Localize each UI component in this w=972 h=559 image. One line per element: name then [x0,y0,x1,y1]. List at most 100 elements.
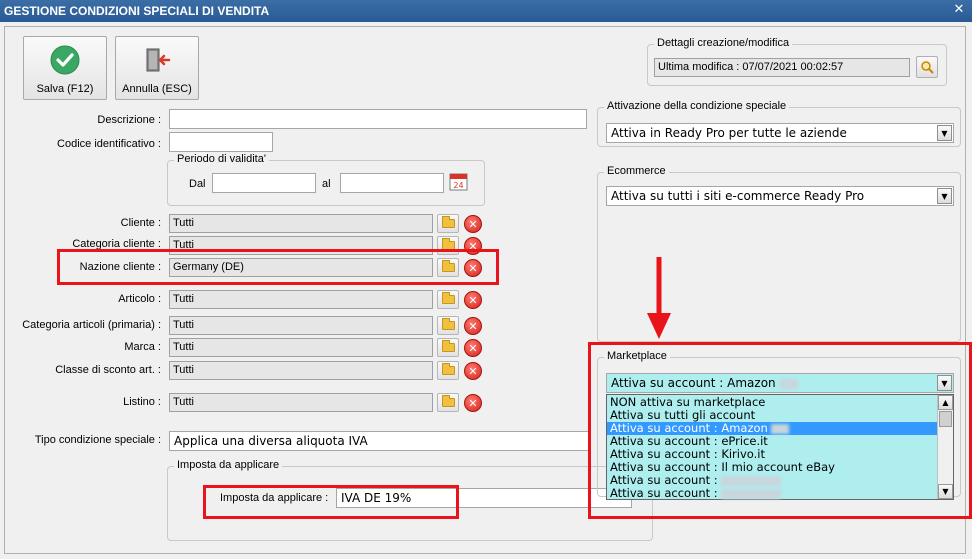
scroll-down-icon[interactable]: ▼ [938,484,953,499]
marketplace-dropdown-list: NON attiva su marketplace Attiva su tutt… [606,394,954,500]
al-label: al [322,178,331,190]
attivazione-title: Attivazione della condizione speciale [604,100,790,112]
articolo-field: Tutti [169,290,433,309]
marketplace-title: Marketplace [604,350,670,362]
categoria-cliente-clear-button[interactable]: ✕ [464,237,482,255]
marketplace-value: Attiva su account : Amazon [611,376,776,390]
checkmark-circle-icon [50,45,80,78]
marca-browse-button[interactable] [437,338,459,357]
marca-field: Tutti [169,338,433,357]
folder-icon [441,318,455,330]
scrollbar-thumb[interactable] [939,411,952,427]
calendar-day: 24 [453,181,463,190]
folder-icon [441,260,455,272]
exit-door-icon [142,45,172,78]
listino-clear-button[interactable]: ✕ [464,394,482,412]
cliente-label: Cliente : [120,217,161,229]
nazione-label: Nazione cliente : [79,261,161,273]
cancel-button[interactable]: Annulla (ESC) [115,36,199,100]
nazione-clear-button[interactable]: ✕ [464,259,482,277]
codice-label: Codice identificativo : [57,138,161,150]
articolo-label: Articolo : [118,293,161,305]
cancel-button-label: Annulla (ESC) [122,83,192,95]
imposta-select[interactable]: IVA DE 19% [336,488,632,508]
folder-icon [441,216,455,228]
dettagli-group: Dettagli creazione/modifica Ultima modif… [647,37,947,86]
classe-clear-button[interactable]: ✕ [464,362,482,380]
ecommerce-title: Ecommerce [604,165,669,177]
folder-icon [441,363,455,375]
chevron-down-icon: ▼ [937,125,952,141]
nazione-browse-button[interactable] [437,258,459,277]
save-button-label: Salva (F12) [36,83,94,95]
title-bar: GESTIONE CONDIZIONI SPECIALI DI VENDITA … [0,0,972,22]
marca-label: Marca : [124,341,161,353]
listino-label: Listino : [123,396,161,408]
articolo-browse-button[interactable] [437,290,459,309]
cliente-clear-button[interactable]: ✕ [464,215,482,233]
ecommerce-value: Attiva su tutti i siti e-commerce Ready … [611,189,865,203]
categoria-cliente-browse-button[interactable] [437,236,459,255]
nazione-field: Germany (DE) [169,258,433,277]
dropdown-option-label: Attiva su account : [610,473,718,487]
attivazione-value: Attiva in Ready Pro per tutte le aziende [611,126,847,140]
chevron-down-icon: ▼ [937,375,952,391]
redacted-text [721,488,782,499]
folder-icon [441,238,455,250]
imposta-group-title: Imposta da applicare [174,459,283,471]
main-window: Salva (F12) Annulla (ESC) Descrizione : … [4,26,972,554]
magnifier-icon[interactable] [916,56,938,78]
attivazione-group: Attivazione della condizione speciale At… [597,100,961,147]
dropdown-scrollbar[interactable]: ▲ ▼ [937,395,953,499]
descrizione-label: Descrizione : [97,114,161,126]
classe-field: Tutti [169,361,433,380]
folder-icon [441,292,455,304]
tipo-select[interactable]: Applica una diversa aliquota IVA [169,431,589,451]
categoria-articoli-field: Tutti [169,316,433,335]
cliente-field: Tutti [169,214,433,233]
folder-icon [441,395,455,407]
cliente-browse-button[interactable] [437,214,459,233]
ultima-modifica-field: Ultima modifica : 07/07/2021 00:02:57 [654,58,910,77]
classe-browse-button[interactable] [437,361,459,380]
al-input[interactable] [340,173,444,193]
listino-field: Tutti [169,393,433,412]
imposta-label: Imposta da applicare : [220,492,329,504]
imposta-group: Imposta da applicare Imposta da applicar… [167,459,653,541]
marketplace-select[interactable]: Attiva su account : Amazon ▼ [606,373,954,393]
save-button[interactable]: Salva (F12) [23,36,107,100]
redacted-text [771,423,790,434]
dropdown-option-label: Attiva su account : [610,486,718,500]
chevron-down-icon: ▼ [937,188,952,204]
descrizione-input[interactable] [169,109,587,129]
scroll-up-icon[interactable]: ▲ [938,395,953,410]
calendar-icon[interactable]: 24 [448,171,470,193]
classe-label: Classe di sconto art. : [55,364,161,376]
dropdown-option-label: Attiva su account : Amazon [610,421,768,435]
folder-icon [441,340,455,352]
redacted-text [721,475,782,486]
categoria-articoli-label: Categoria articoli (primaria) : [22,319,161,331]
window-title: GESTIONE CONDIZIONI SPECIALI DI VENDITA [4,4,270,18]
marca-clear-button[interactable]: ✕ [464,339,482,357]
close-window-button[interactable]: ✕ [952,3,966,17]
tipo-label: Tipo condizione speciale : [34,434,161,446]
codice-input[interactable] [169,132,273,152]
categoria-articoli-clear-button[interactable]: ✕ [464,317,482,335]
periodo-group: Periodo di validita' Dal al 24 [167,153,485,206]
dal-input[interactable] [212,173,316,193]
attivazione-select[interactable]: Attiva in Ready Pro per tutte le aziende… [606,123,954,143]
categoria-articoli-browse-button[interactable] [437,316,459,335]
dettagli-title: Dettagli creazione/modifica [654,37,793,49]
categoria-cliente-label: Categoria cliente : [72,238,161,250]
red-arrow-icon [647,257,671,339]
dal-label: Dal [189,178,206,190]
dropdown-option[interactable]: Attiva su account : [607,487,937,500]
marketplace-group: Marketplace Attiva su account : Amazon ▼… [597,350,961,500]
categoria-cliente-field: Tutti [169,236,433,255]
ecommerce-select[interactable]: Attiva su tutti i siti e-commerce Ready … [606,186,954,206]
articolo-clear-button[interactable]: ✕ [464,291,482,309]
listino-browse-button[interactable] [437,393,459,412]
redacted-text [779,378,798,389]
periodo-title: Periodo di validita' [174,153,269,165]
